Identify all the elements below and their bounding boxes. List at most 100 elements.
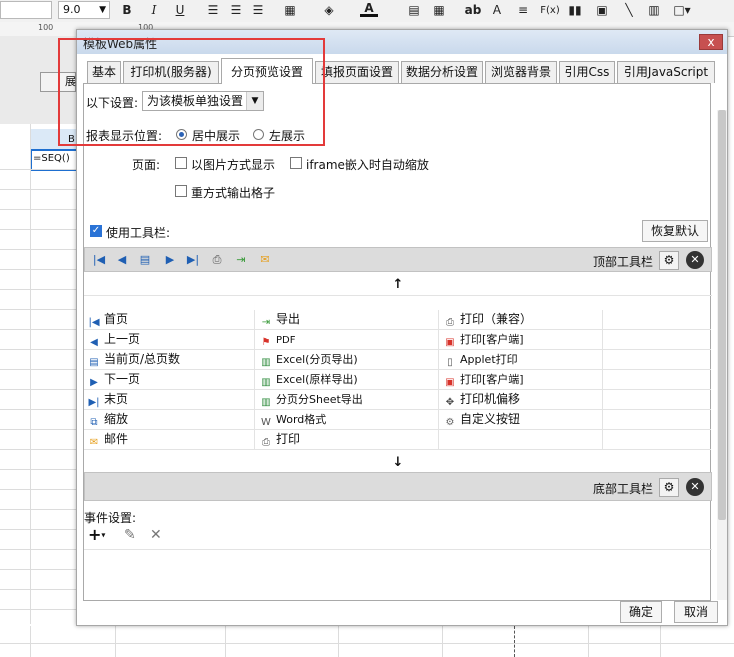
- applet-print-icon: ▯: [447, 357, 453, 368]
- bottom-grid: [0, 626, 734, 657]
- text-format-icon[interactable]: Ａ: [488, 2, 506, 19]
- merge-icon[interactable]: ▤: [405, 2, 423, 19]
- item-excel-paged[interactable]: ▥ Excel(分页导出): [256, 350, 357, 369]
- gear-icon: ⚙: [445, 417, 455, 428]
- check-image-mode-label[interactable]: 以图片方式显示: [191, 156, 275, 173]
- item-mail[interactable]: ✉ 邮件: [84, 430, 128, 449]
- restore-default-button[interactable]: 恢复默认: [642, 220, 708, 242]
- item-first-page[interactable]: |◀ 首页: [84, 310, 128, 329]
- bottom-toolbar-strip: 底部工具栏 ⚙ ✕: [84, 472, 712, 501]
- scrollbar-thumb[interactable]: [718, 110, 726, 520]
- item-custom-button[interactable]: ⚙ 自定义按钮: [440, 410, 521, 429]
- grid-line: [0, 589, 80, 590]
- ok-button[interactable]: 确定: [620, 601, 662, 623]
- next-page-icon[interactable]: ▶: [160, 251, 180, 270]
- export-icon: ⇥: [261, 317, 271, 328]
- item-pdf[interactable]: ⚑ PDF: [256, 330, 296, 349]
- mail-icon[interactable]: ✉: [255, 251, 275, 270]
- text-ab-icon[interactable]: ab: [464, 2, 482, 19]
- font-size-value: 9.0: [63, 3, 81, 16]
- line-icon[interactable]: ╲: [620, 2, 638, 19]
- item-applet-print[interactable]: ▯ Applet打印: [440, 350, 517, 369]
- item-next-page[interactable]: ▶ 下一页: [84, 370, 140, 389]
- tab-fill-page[interactable]: 填报页面设置: [315, 61, 399, 83]
- scrollbar[interactable]: [717, 110, 727, 600]
- prev-page-icon: ◀: [90, 337, 98, 348]
- underline-icon[interactable]: U: [171, 2, 189, 19]
- paragraph-icon[interactable]: ≡: [514, 2, 532, 19]
- bottom-toolbar-label: 底部工具栏: [593, 482, 654, 496]
- item-zoom[interactable]: ⧉ 缩放: [84, 410, 128, 429]
- use-toolbar-label[interactable]: 使用工具栏:: [106, 224, 170, 241]
- close-icon[interactable]: ✕: [686, 478, 704, 496]
- check-image-mode[interactable]: [175, 157, 187, 169]
- font-color-icon[interactable]: A: [360, 2, 378, 17]
- grid-line: [0, 609, 80, 610]
- grid-line: [0, 169, 80, 170]
- item-excel-original[interactable]: ▥ Excel(原样导出): [256, 370, 357, 389]
- printer-icon[interactable]: ⎙: [207, 251, 227, 270]
- item-last-page[interactable]: ▶| 末页: [84, 390, 128, 409]
- check-repeat-output-label[interactable]: 重方式输出格子: [191, 184, 275, 201]
- check-iframe-zoom-label[interactable]: iframe嵌入时自动缩放: [306, 156, 429, 173]
- cancel-button[interactable]: 取消: [674, 601, 718, 623]
- tab-data-analysis[interactable]: 数据分析设置: [401, 61, 483, 83]
- align-left-icon[interactable]: ☰: [204, 2, 222, 19]
- item-print-compat[interactable]: ⎙ 打印（兼容）: [440, 310, 532, 329]
- edit-icon[interactable]: ✎: [124, 526, 140, 544]
- formula-icon[interactable]: F(x): [539, 2, 561, 19]
- italic-icon[interactable]: I: [145, 2, 163, 19]
- move-down-button[interactable]: ↓: [84, 452, 712, 474]
- item-print-client-2[interactable]: ▣ 打印[客户端]: [440, 370, 523, 389]
- move-up-button[interactable]: ↑: [84, 274, 712, 296]
- align-right-icon[interactable]: ☰: [249, 2, 267, 19]
- zoom-icon: ⧉: [90, 417, 98, 428]
- export-icon[interactable]: ⇥: [231, 251, 251, 270]
- gear-icon[interactable]: ⚙: [659, 251, 679, 270]
- item-print-client[interactable]: ▣ 打印[客户端]: [440, 330, 523, 349]
- tab-browser-bg[interactable]: 浏览器背景: [485, 61, 557, 83]
- font-name-field[interactable]: [0, 1, 52, 19]
- gear-icon[interactable]: ⚙: [659, 478, 679, 497]
- page-count-icon: ▤: [89, 357, 99, 368]
- split-icon[interactable]: ▦: [430, 2, 448, 19]
- align-center-icon[interactable]: ☰: [227, 2, 245, 19]
- check-iframe-zoom[interactable]: [290, 157, 302, 169]
- last-page-icon[interactable]: ▶|: [183, 251, 203, 270]
- grid-line: [0, 309, 80, 310]
- check-repeat-output[interactable]: [175, 185, 187, 197]
- close-icon[interactable]: ✕: [686, 251, 704, 269]
- more-icon[interactable]: □▾: [673, 2, 691, 19]
- frame-icon[interactable]: ▥: [645, 2, 663, 19]
- close-button[interactable]: x: [699, 34, 723, 50]
- item-export[interactable]: ⇥ 导出: [256, 310, 300, 329]
- excel-icon: ▥: [261, 397, 271, 408]
- grid-line: [0, 349, 80, 350]
- prev-page-icon[interactable]: ◀: [112, 251, 132, 270]
- grid-line: [0, 269, 80, 270]
- mail-icon: ✉: [89, 437, 99, 448]
- tab-css[interactable]: 引用Css: [559, 61, 615, 83]
- tab-javascript[interactable]: 引用JavaScript: [617, 61, 715, 83]
- item-printer-offset[interactable]: ✥ 打印机偏移: [440, 390, 520, 409]
- image-icon[interactable]: ▣: [593, 2, 611, 19]
- font-size-field[interactable]: 9.0 ▼: [58, 1, 110, 19]
- item-page-count[interactable]: ▤ 当前页/总页数: [84, 350, 180, 369]
- border-icon[interactable]: ▦: [281, 2, 299, 19]
- fill-color-icon[interactable]: ◈: [320, 2, 338, 19]
- item-word[interactable]: W Word格式: [256, 410, 326, 429]
- item-print[interactable]: ⎙ 打印: [256, 430, 300, 449]
- tab-page-preview[interactable]: 分页预览设置: [221, 58, 313, 84]
- bold-icon[interactable]: B: [118, 2, 136, 19]
- first-page-icon[interactable]: |◀: [89, 251, 109, 270]
- add-event-icon[interactable]: +▾: [88, 526, 110, 544]
- page-count-icon[interactable]: ▤: [135, 251, 155, 270]
- item-prev-page[interactable]: ◀ 上一页: [84, 330, 140, 349]
- delete-icon[interactable]: ✕: [150, 526, 166, 544]
- item-sheet-export[interactable]: ▥ 分页分Sheet导出: [256, 390, 363, 409]
- next-page-icon: ▶: [90, 377, 98, 388]
- chart-icon[interactable]: ▮▮: [566, 2, 584, 19]
- list-item: ⧉ 缩放 W Word格式 ⚙ 自定义按钮: [84, 410, 711, 430]
- grid-line: [0, 469, 80, 470]
- check-use-toolbar[interactable]: ✓: [90, 225, 102, 237]
